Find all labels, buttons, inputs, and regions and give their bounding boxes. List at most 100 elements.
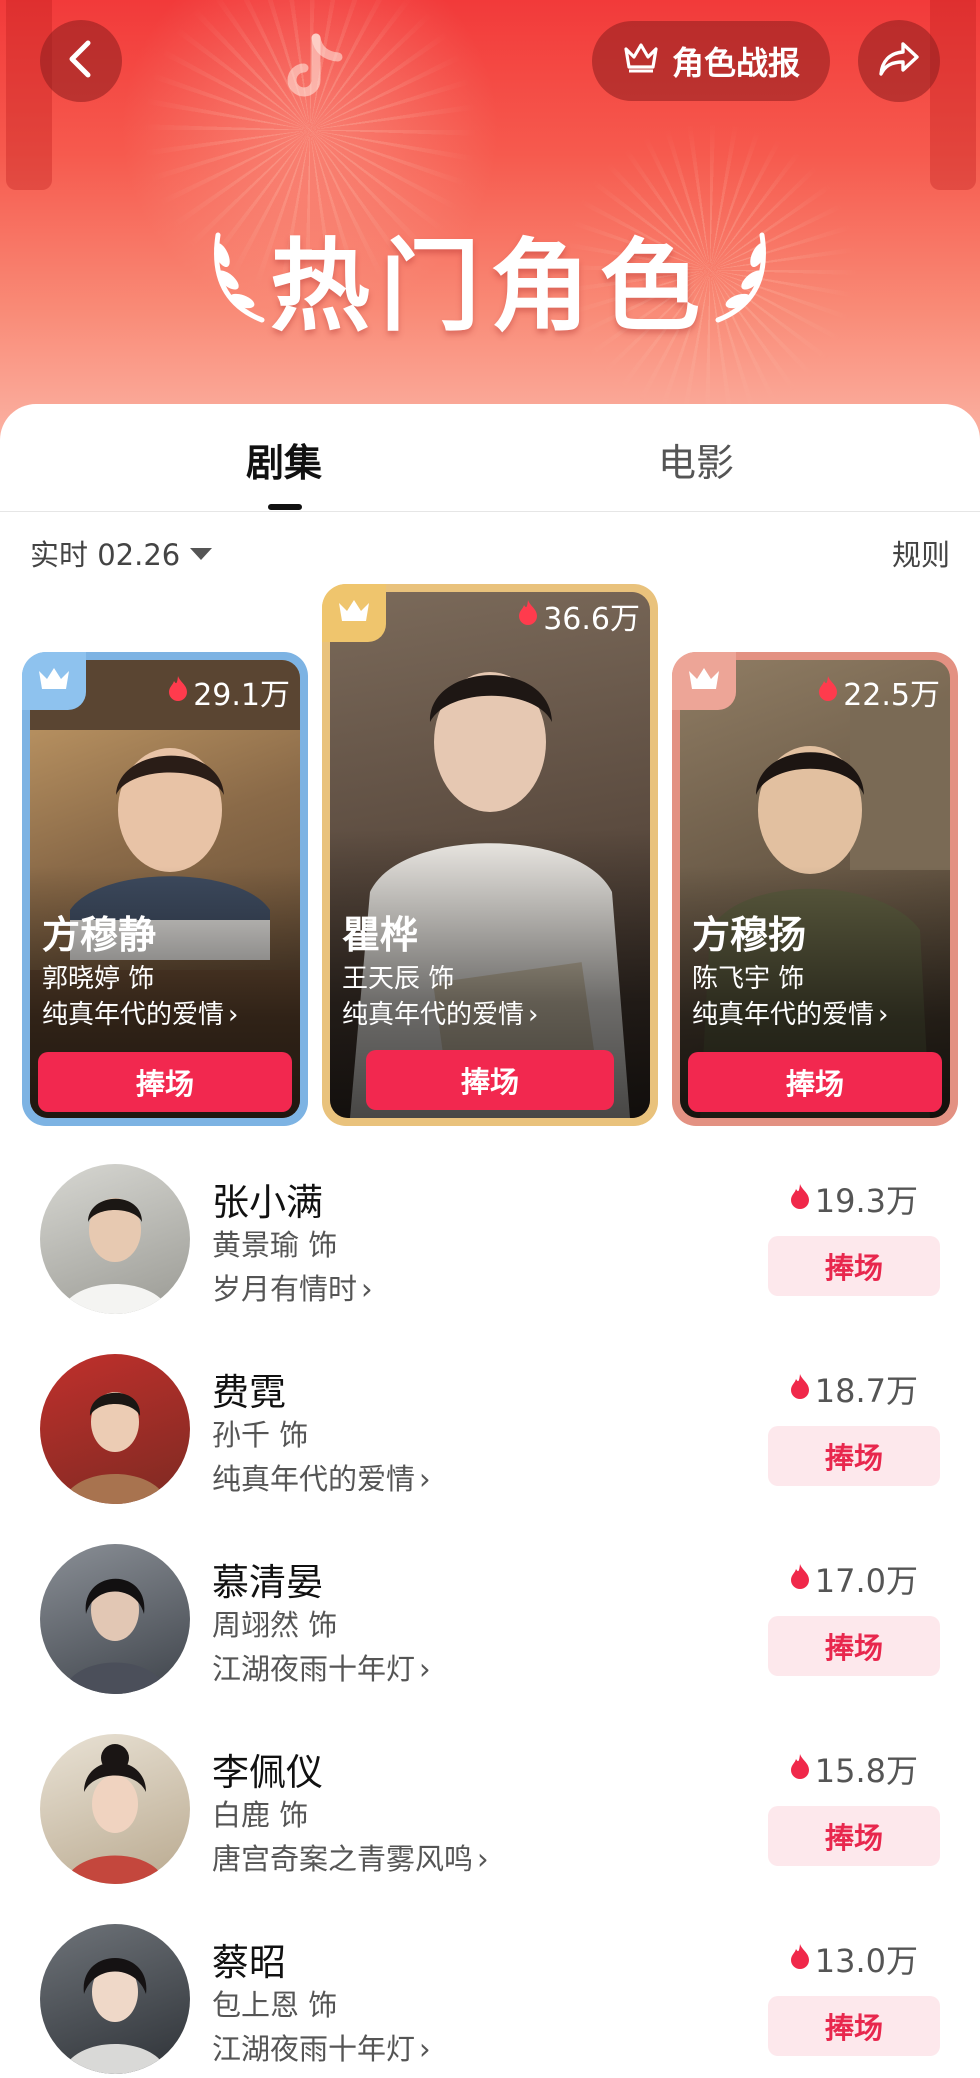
- chevron-right-icon: ›: [419, 1462, 431, 1496]
- heat-count: 18.7万: [789, 1366, 918, 1412]
- actor-name: 郭晓婷 饰: [42, 964, 155, 994]
- share-button[interactable]: [858, 20, 940, 102]
- cheer-button[interactable]: 捧场: [768, 1426, 940, 1486]
- page-title: 热门角色: [270, 228, 710, 345]
- heat-value: 13.0万: [814, 1942, 918, 1980]
- role-report-button[interactable]: 角色战报: [592, 21, 830, 101]
- list-item[interactable]: 蔡昭 包上恩 饰 江湖夜雨十年灯 › 13.0万 捧场: [0, 1924, 980, 2078]
- avatar: [40, 1164, 190, 1314]
- drama-title: 唐宫奇案之青雾风鸣: [212, 1842, 474, 1876]
- list-item[interactable]: 慕清晏 周翊然 饰 江湖夜雨十年灯 › 17.0万 捧场: [0, 1544, 980, 1734]
- tab-movie[interactable]: 电影: [658, 432, 734, 487]
- actor-name: 周翊然 饰: [212, 1608, 338, 1642]
- character-name: 方穆静: [42, 913, 157, 957]
- heat-value: 17.0万: [814, 1562, 918, 1600]
- character-name: 费霓: [212, 1371, 286, 1414]
- flame-icon: [789, 1940, 811, 1978]
- drama-title: 纯真年代的爱情: [342, 1000, 525, 1030]
- flame-icon: [517, 598, 539, 634]
- rank-crown-badge: [672, 652, 736, 710]
- drama-link[interactable]: 纯真年代的爱情 ›: [342, 994, 538, 1031]
- heat-count: 36.6万: [517, 594, 640, 638]
- drama-title: 纯真年代的爱情: [42, 1000, 225, 1030]
- chevron-left-icon: [64, 39, 98, 83]
- rules-link[interactable]: 规则: [892, 532, 950, 574]
- back-button[interactable]: [40, 20, 122, 102]
- chevron-right-icon: ›: [477, 1842, 489, 1876]
- chevron-right-icon: ›: [361, 1272, 373, 1306]
- drama-title: 江湖夜雨十年灯: [212, 2032, 416, 2066]
- caret-down-icon: [190, 548, 213, 560]
- drama-link[interactable]: 岁月有情时 ›: [212, 1266, 373, 1308]
- top-card-rank-2[interactable]: 29.1万 方穆静 郭晓婷 饰 纯真年代的爱情 › 捧场: [22, 652, 308, 1126]
- chevron-right-icon: ›: [528, 1000, 539, 1030]
- drama-link[interactable]: 唐宫奇案之青雾风鸣 ›: [212, 1836, 489, 1878]
- cheer-button[interactable]: 捧场: [768, 1236, 940, 1296]
- flame-icon: [789, 1560, 811, 1598]
- crown-icon: [686, 665, 722, 697]
- heat-value: 15.8万: [814, 1752, 918, 1790]
- rank-crown-badge: [322, 584, 386, 642]
- heat-value: 22.5万: [843, 678, 940, 713]
- cheer-button[interactable]: 捧场: [38, 1052, 292, 1112]
- chevron-right-icon: ›: [878, 1000, 889, 1030]
- tab-series[interactable]: 剧集: [246, 432, 322, 487]
- cheer-button[interactable]: 捧场: [688, 1052, 942, 1112]
- character-name: 方穆扬: [692, 913, 807, 957]
- actor-name: 王天辰 饰: [342, 964, 455, 994]
- heat-value: 18.7万: [814, 1372, 918, 1410]
- crown-icon: [622, 41, 660, 81]
- avatar: [40, 1734, 190, 1884]
- list-item[interactable]: 张小满 黄景瑜 饰 岁月有情时 › 19.3万 捧场: [0, 1164, 980, 1354]
- rank-crown-badge: [22, 652, 86, 710]
- actor-name: 孙千 饰: [212, 1418, 309, 1452]
- actor-name: 白鹿 饰: [212, 1798, 309, 1832]
- cheer-button[interactable]: 捧场: [768, 1806, 940, 1866]
- actor-name: 陈飞宇 饰: [692, 964, 805, 994]
- character-photo: [30, 660, 300, 1118]
- drama-link[interactable]: 纯真年代的爱情 ›: [212, 1456, 431, 1498]
- drama-title: 江湖夜雨十年灯: [212, 1652, 416, 1686]
- cheer-button[interactable]: 捧场: [768, 1616, 940, 1676]
- avatar: [40, 1354, 190, 1504]
- top-card-rank-1[interactable]: 36.6万 瞿桦 王天辰 饰 纯真年代的爱情 › 捧场: [322, 584, 658, 1126]
- flame-icon: [789, 1750, 811, 1788]
- crown-icon: [336, 597, 372, 629]
- share-icon: [877, 40, 921, 82]
- character-photo: [330, 592, 650, 1118]
- character-name: 慕清晏: [212, 1561, 323, 1604]
- flame-icon: [789, 1370, 811, 1408]
- drama-link[interactable]: 江湖夜雨十年灯 ›: [212, 1646, 431, 1688]
- heat-value: 36.6万: [543, 602, 640, 637]
- active-tab-indicator: [268, 504, 302, 510]
- cheer-button[interactable]: 捧场: [768, 1996, 940, 2056]
- top-card-rank-3[interactable]: 22.5万 方穆扬 陈飞宇 饰 纯真年代的爱情 › 捧场: [672, 652, 958, 1126]
- flame-icon: [167, 674, 189, 710]
- category-tabs: 剧集 电影: [0, 404, 980, 512]
- character-name: 李佩仪: [212, 1751, 323, 1794]
- time-filter-label: 实时 02.26: [30, 538, 181, 572]
- list-item[interactable]: 李佩仪 白鹿 饰 唐宫奇案之青雾风鸣 › 15.8万 捧场: [0, 1734, 980, 1924]
- heat-value: 29.1万: [193, 678, 290, 713]
- character-name: 张小满: [212, 1181, 323, 1224]
- role-report-label: 角色战报: [671, 44, 800, 82]
- crown-icon: [36, 665, 72, 697]
- avatar: [40, 1924, 190, 2074]
- character-name: 蔡昭: [212, 1941, 286, 1984]
- heat-count: 13.0万: [789, 1936, 918, 1982]
- drama-link[interactable]: 纯真年代的爱情 ›: [692, 994, 888, 1031]
- drama-title: 岁月有情时: [212, 1272, 358, 1306]
- drama-title: 纯真年代的爱情: [692, 1000, 875, 1030]
- laurel-right-icon: [706, 225, 776, 329]
- time-filter-dropdown[interactable]: 实时 02.26: [30, 532, 213, 574]
- couplet-decoration: [930, 0, 976, 190]
- cheer-button[interactable]: 捧场: [366, 1050, 614, 1110]
- list-item[interactable]: 费霓 孙千 饰 纯真年代的爱情 › 18.7万 捧场: [0, 1354, 980, 1544]
- avatar: [40, 1544, 190, 1694]
- drama-link[interactable]: 纯真年代的爱情 ›: [42, 994, 238, 1031]
- actor-name: 黄景瑜 饰: [212, 1228, 338, 1262]
- drama-title: 纯真年代的爱情: [212, 1462, 416, 1496]
- drama-link[interactable]: 江湖夜雨十年灯 ›: [212, 2026, 431, 2068]
- heat-count: 22.5万: [817, 670, 940, 714]
- chevron-right-icon: ›: [419, 2032, 431, 2066]
